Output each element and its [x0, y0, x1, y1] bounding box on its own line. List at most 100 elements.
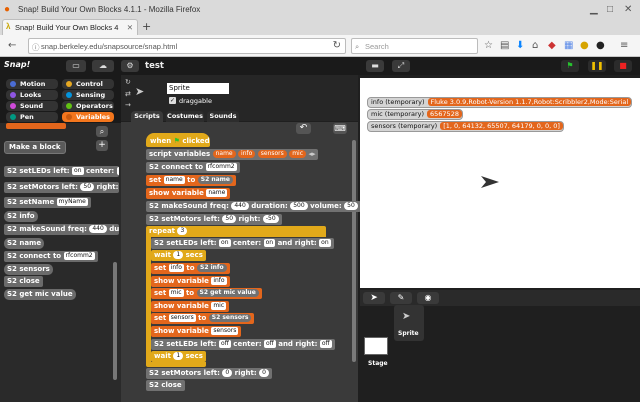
show-variable-name-block[interactable]: show variable name	[146, 188, 231, 199]
slot[interactable]: off	[219, 340, 231, 348]
tab-sounds[interactable]: Sounds	[207, 111, 239, 122]
slot[interactable]: name	[163, 176, 185, 184]
minimize-icon[interactable]: ▁	[590, 5, 598, 15]
category-pen[interactable]: Pen	[6, 112, 58, 122]
stage[interactable]: info (temporary) Fluke 3.0.9,Robot-Versio…	[360, 78, 640, 288]
info-icon[interactable]: ⓘ	[32, 42, 40, 53]
setleds-on-block[interactable]: S2 setLEDs left: on center: on and right…	[151, 238, 334, 249]
container-icon[interactable]: ▦	[564, 41, 573, 51]
slot[interactable]: on	[319, 239, 331, 247]
palette-block-close[interactable]: S2 close	[4, 276, 43, 287]
slot[interactable]: 500	[290, 202, 308, 210]
partial-variable-block[interactable]	[6, 123, 66, 129]
slot[interactable]: -50	[262, 215, 279, 223]
show-variable-mic-block[interactable]: show variable mic	[151, 301, 230, 312]
slot[interactable]: name	[206, 189, 228, 197]
slot[interactable]: 50	[80, 183, 95, 191]
script-variables-block[interactable]: script variables name info sensors mic ◂…	[146, 149, 319, 160]
wait-block-2[interactable]: wait 1 secs	[151, 351, 206, 362]
reporter[interactable]: S2 info	[197, 264, 227, 272]
makesound-block[interactable]: S2 makeSound freq: 440 duration: 500 vol…	[146, 201, 361, 212]
presentation-button[interactable]: ⤢	[392, 60, 410, 72]
palette-block-setleds[interactable]: S2 setLEDs left: on center: on	[4, 166, 119, 177]
reporter[interactable]: S2 get mic value	[196, 289, 259, 297]
extension-icon[interactable]: ●	[580, 41, 589, 51]
palette-block-setname[interactable]: S2 setName myName	[4, 197, 91, 208]
cloud-button[interactable]: ☁	[92, 60, 114, 72]
watcher-mic[interactable]: mic (temporary) 6567528	[367, 109, 463, 120]
setleds-off-block[interactable]: S2 setLEDs left: off center: off and rig…	[151, 339, 335, 350]
rotate-style-icon[interactable]: ↻	[125, 78, 131, 86]
show-variable-info-block[interactable]: show variable info	[151, 276, 230, 287]
menu-icon[interactable]: ≡	[620, 41, 628, 51]
slot[interactable]: 0	[222, 369, 233, 377]
category-variables[interactable]: Variables	[62, 112, 114, 122]
back-icon[interactable]: ←	[8, 41, 16, 51]
slot[interactable]: off	[319, 340, 332, 348]
category-sound[interactable]: Sound	[6, 101, 58, 111]
category-motion[interactable]: Motion	[6, 79, 58, 89]
palette-block-setmotors[interactable]: S2 setMotors left: 50 right: 50	[4, 182, 119, 193]
url-bar[interactable]: ⓘ snap.berkeley.edu/snapsource/snap.html…	[28, 38, 346, 54]
bookmark-star-icon[interactable]: ☆	[484, 41, 493, 51]
reporter[interactable]: S2 name	[197, 176, 233, 184]
account-icon[interactable]: ●	[596, 41, 605, 51]
slot[interactable]: rfcomm2	[205, 163, 237, 171]
corral-sprite[interactable]: ➤ Sprite	[394, 305, 424, 341]
stop-button[interactable]: ■	[614, 60, 632, 72]
rotate-flip-icon[interactable]: ⇄	[125, 90, 131, 98]
settings-button[interactable]: ⚙	[121, 60, 139, 72]
draggable-checkbox[interactable]: ✓	[169, 97, 176, 104]
sprite-arrow-icon[interactable]	[481, 176, 499, 188]
search-input[interactable]: ⌕ Search	[351, 38, 478, 54]
setmotors-stop-block[interactable]: S2 setMotors left: 0 right: 0	[146, 368, 272, 379]
slot[interactable]: info	[211, 277, 227, 285]
set-sensors-block[interactable]: set sensors to S2 sensors	[151, 313, 255, 324]
project-menu-button[interactable]: ▭	[66, 60, 86, 72]
slot[interactable]: on	[116, 167, 119, 175]
reporter[interactable]: S2 sensors	[208, 314, 252, 322]
paint-brush-icon[interactable]: ✎	[390, 292, 412, 304]
green-flag-button[interactable]: ⚑	[561, 60, 579, 72]
palette-block-connect[interactable]: S2 connect to rfcomm2	[4, 251, 98, 262]
palette-block-name[interactable]: S2 name	[4, 238, 45, 249]
reload-icon[interactable]: ↻	[333, 41, 341, 51]
arrows-icon[interactable]: ◂▸	[308, 150, 315, 158]
slot[interactable]: 1	[173, 251, 184, 259]
palette-search-icon[interactable]: ⌕	[96, 126, 108, 137]
palette-block-info[interactable]: S2 info	[4, 211, 38, 222]
library-icon[interactable]: ▤	[500, 41, 509, 51]
slot[interactable]: myName	[56, 198, 88, 206]
slot[interactable]: on	[72, 167, 84, 175]
keyboard-icon[interactable]: ⌨	[333, 123, 347, 134]
category-operators[interactable]: Operators	[62, 101, 114, 111]
repeat-block[interactable]: repeat 3	[146, 226, 326, 237]
palette-block-get-mic[interactable]: S2 get mic value	[4, 289, 76, 300]
download-icon[interactable]: ⬇	[516, 41, 524, 51]
palette-block-makesound[interactable]: S2 makeSound freq: 440 durati	[4, 224, 119, 235]
slot[interactable]: 1	[173, 352, 184, 360]
var-info[interactable]: info	[238, 150, 256, 158]
add-turtle-sprite-icon[interactable]: ➤	[363, 292, 385, 304]
set-mic-block[interactable]: set mic to S2 get mic value	[151, 288, 262, 299]
make-a-block-button[interactable]: Make a block	[4, 141, 66, 154]
var-name[interactable]: name	[212, 150, 236, 158]
close-icon[interactable]: ✕	[624, 5, 632, 15]
slot[interactable]: sensors	[211, 327, 239, 335]
slot[interactable]: mic	[168, 289, 184, 297]
slot[interactable]: 440	[89, 225, 107, 233]
when-flag-clicked-hat[interactable]: when ⚑ clicked	[146, 133, 210, 147]
new-tab-button[interactable]: +	[142, 20, 151, 33]
palette-scrollbar[interactable]	[113, 262, 117, 380]
sprite-name-input[interactable]: Sprite	[167, 83, 229, 94]
connect-block[interactable]: S2 connect to rfcomm2	[146, 162, 240, 173]
slot[interactable]: info	[168, 264, 184, 272]
slot[interactable]: mic	[211, 302, 227, 310]
snap-logo[interactable]: Snap!	[4, 60, 30, 69]
home-icon[interactable]: ⌂	[532, 41, 538, 51]
slot[interactable]: 50	[222, 215, 237, 223]
slot[interactable]: off	[263, 340, 276, 348]
slot[interactable]: on	[263, 239, 276, 247]
pocket-icon[interactable]: ◆	[548, 41, 556, 51]
slot[interactable]: 3	[177, 227, 188, 235]
